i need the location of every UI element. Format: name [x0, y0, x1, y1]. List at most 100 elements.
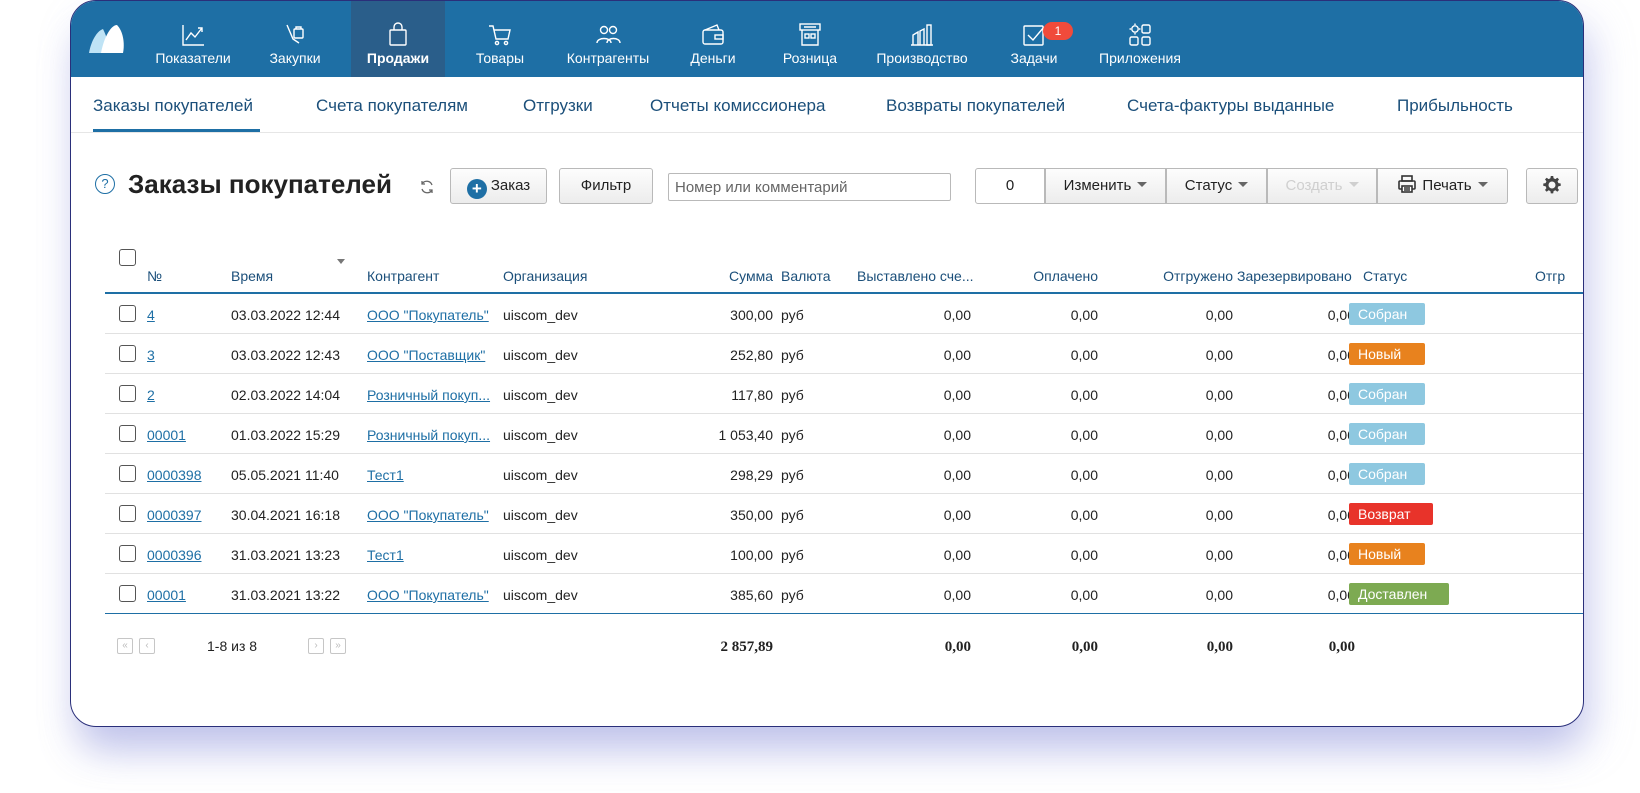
- tab-customer-invoices[interactable]: Счета покупателям: [316, 96, 468, 116]
- tab-customer-orders[interactable]: Заказы покупателей: [93, 96, 253, 116]
- pagination-range: 1-8 из 8: [207, 638, 258, 654]
- reserved: 0,00: [1327, 347, 1355, 363]
- top-nav: Показатели Закупки Продажи Товары Контра: [71, 1, 1583, 77]
- contractor-link[interactable]: Тест1: [367, 467, 404, 483]
- status-label: Статус: [1184, 177, 1233, 194]
- printer-icon: [1398, 175, 1417, 193]
- contractor-link[interactable]: ООО "Покупатель": [367, 307, 489, 323]
- order-number-link[interactable]: 00001: [147, 427, 186, 443]
- order-number-link[interactable]: 0000398: [147, 467, 202, 483]
- col-paid[interactable]: Оплачено: [1005, 268, 1098, 284]
- nav-item-apps[interactable]: Приложения: [1089, 1, 1191, 77]
- contractor-link[interactable]: Розничный покуп...: [367, 427, 490, 443]
- change-button[interactable]: Изменить: [1045, 168, 1166, 204]
- order-time: 31.03.2021 13:22: [231, 587, 340, 603]
- search-input[interactable]: [668, 173, 951, 201]
- contractor-link[interactable]: ООО "Покупатель": [367, 587, 489, 603]
- col-shipped[interactable]: Отгружено: [1135, 268, 1233, 284]
- order-number-link[interactable]: 0000397: [147, 507, 202, 523]
- col-time[interactable]: Время: [231, 268, 273, 284]
- col-reserved[interactable]: Зарезервировано: [1237, 268, 1352, 284]
- tab-shipments[interactable]: Отгрузки: [523, 96, 593, 116]
- chevron-down-icon: [1137, 182, 1148, 187]
- next-page-button[interactable]: ›: [308, 638, 324, 654]
- col-organization[interactable]: Организация: [503, 268, 587, 284]
- table-footer: « ‹ 1-8 из 8 › » 2 857,89 0,00 0,00 0,00…: [105, 632, 1583, 662]
- nav-item-retail[interactable]: Розница: [771, 1, 849, 77]
- order-number-link[interactable]: 0000396: [147, 547, 202, 563]
- table-row[interactable]: 0000397 30.04.2021 16:18 ООО "Покупатель" u…: [105, 494, 1583, 534]
- contractor-link[interactable]: Розничный покуп...: [367, 387, 490, 403]
- table-row[interactable]: 4 03.03.2022 12:44 ООО "Покупатель" uiscom_…: [105, 294, 1583, 334]
- nav-item-contractors[interactable]: Контрагенты: [556, 1, 660, 77]
- table-row[interactable]: 2 02.03.2022 14:04 Розничный покуп... uisco…: [105, 374, 1583, 414]
- row-checkbox[interactable]: [119, 505, 136, 522]
- table-row[interactable]: 00001 31.03.2021 13:22 ООО "Покупатель" uis…: [105, 574, 1583, 614]
- organization: uiscom_dev: [503, 507, 578, 523]
- select-all-checkbox[interactable]: [119, 249, 136, 266]
- col-currency[interactable]: Валюта: [781, 268, 831, 284]
- row-checkbox[interactable]: [119, 305, 136, 322]
- order-number-link[interactable]: 2: [147, 387, 155, 403]
- invoiced: 0,00: [943, 507, 971, 523]
- nav-item-indicators[interactable]: Показатели: [143, 1, 243, 77]
- sum: 117,80: [731, 387, 773, 403]
- refresh-icon[interactable]: [419, 179, 435, 195]
- col-invoiced[interactable]: Выставлено сче...: [857, 268, 974, 284]
- table-row[interactable]: 0000398 05.05.2021 11:40 Тест1 uiscom_dev 29…: [105, 454, 1583, 494]
- first-page-button[interactable]: «: [117, 638, 133, 654]
- print-label: Печать: [1422, 177, 1472, 194]
- print-button[interactable]: Печать: [1377, 168, 1508, 204]
- row-checkbox[interactable]: [119, 345, 136, 362]
- contractor-link[interactable]: ООО "Покупатель": [367, 507, 489, 523]
- table-row[interactable]: 3 03.03.2022 12:43 ООО "Поставщик" uiscom_d…: [105, 334, 1583, 374]
- row-checkbox[interactable]: [119, 545, 136, 562]
- contractor-link[interactable]: ООО "Поставщик": [367, 347, 485, 363]
- row-checkbox[interactable]: [119, 585, 136, 602]
- filter-button[interactable]: Фильтр: [559, 168, 653, 204]
- factory-icon: [911, 24, 933, 46]
- plus-icon: +: [466, 179, 487, 199]
- last-page-button[interactable]: »: [330, 638, 346, 654]
- tab-issued-invoices[interactable]: Счета-фактуры выданные: [1127, 96, 1334, 116]
- prev-page-button[interactable]: ‹: [139, 638, 155, 654]
- currency: руб: [781, 347, 804, 363]
- order-number-link[interactable]: 00001: [147, 587, 186, 603]
- nav-item-money[interactable]: Деньги: [675, 1, 751, 77]
- tab-customer-returns[interactable]: Возвраты покупателей: [886, 96, 1065, 116]
- currency: руб: [781, 467, 804, 483]
- col-contractor[interactable]: Контрагент: [367, 268, 439, 284]
- row-checkbox[interactable]: [119, 385, 136, 402]
- table-row[interactable]: 00001 01.03.2022 15:29 Розничный покуп... u…: [105, 414, 1583, 454]
- order-number-link[interactable]: 4: [147, 307, 155, 323]
- col-shipment[interactable]: Отгр: [1535, 268, 1565, 284]
- nav-item-sales[interactable]: Продажи: [351, 1, 445, 77]
- nav-item-purchases[interactable]: Закупки: [254, 1, 336, 77]
- col-sum[interactable]: Сумма: [705, 268, 773, 284]
- nav-item-production[interactable]: Производство: [863, 1, 981, 77]
- tab-commission-reports[interactable]: Отчеты комиссионера: [650, 96, 825, 116]
- col-status[interactable]: Статус: [1363, 268, 1407, 284]
- col-number[interactable]: №: [147, 268, 162, 284]
- logo-icon[interactable]: [87, 23, 127, 55]
- nav-label: Закупки: [269, 50, 321, 66]
- invoiced: 0,00: [943, 467, 971, 483]
- paid: 0,00: [1070, 307, 1098, 323]
- settings-button[interactable]: [1526, 168, 1578, 204]
- status-button[interactable]: Статус: [1166, 168, 1267, 204]
- table-row[interactable]: 0000396 31.03.2021 13:23 Тест1 uiscom_dev 10…: [105, 534, 1583, 574]
- help-icon[interactable]: ?: [95, 174, 115, 194]
- add-order-button[interactable]: + Заказ: [450, 168, 547, 204]
- contractor-link[interactable]: Тест1: [367, 547, 404, 563]
- order-time: 03.03.2022 12:44: [231, 307, 340, 323]
- row-checkbox[interactable]: [119, 425, 136, 442]
- tab-profitability[interactable]: Прибыльность: [1397, 96, 1513, 116]
- status-badge: Новый: [1349, 543, 1425, 565]
- organization: uiscom_dev: [503, 347, 578, 363]
- store-icon: [799, 23, 821, 46]
- nav-item-goods[interactable]: Товары: [463, 1, 537, 77]
- currency: руб: [781, 387, 804, 403]
- row-checkbox[interactable]: [119, 465, 136, 482]
- order-number-link[interactable]: 3: [147, 347, 155, 363]
- currency: руб: [781, 427, 804, 443]
